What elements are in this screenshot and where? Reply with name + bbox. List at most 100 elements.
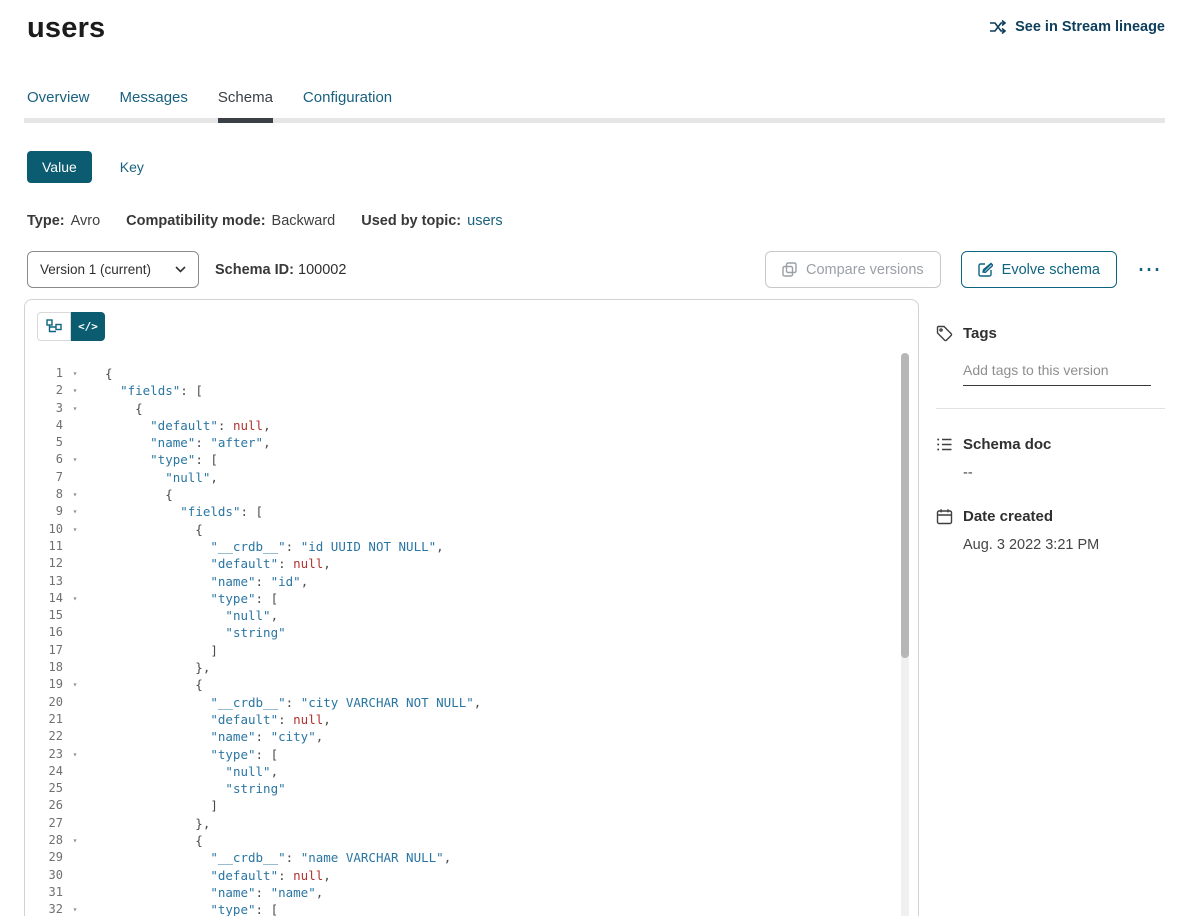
fold-spacer bbox=[63, 607, 87, 624]
code-line: 8▾ { bbox=[25, 486, 918, 503]
date-created-value: Aug. 3 2022 3:21 PM bbox=[963, 537, 1165, 553]
fold-spacer bbox=[63, 867, 87, 884]
code-line-content: "type": [ bbox=[87, 746, 278, 763]
fold-toggle[interactable]: ▾ bbox=[63, 676, 87, 693]
code-line-content: ] bbox=[87, 797, 218, 814]
evolve-schema-label: Evolve schema bbox=[1002, 262, 1100, 278]
code-line: 25 "string" bbox=[25, 780, 918, 797]
code-line: 22 "name": "city", bbox=[25, 728, 918, 745]
fold-toggle[interactable]: ▾ bbox=[63, 486, 87, 503]
code-line: 23▾ "type": [ bbox=[25, 746, 918, 763]
code-line-content: { bbox=[87, 832, 203, 849]
fold-spacer bbox=[63, 642, 87, 659]
tab-messages[interactable]: Messages bbox=[120, 79, 188, 123]
fold-toggle[interactable]: ▾ bbox=[63, 365, 87, 382]
fold-spacer bbox=[63, 417, 87, 434]
code-line-content: { bbox=[87, 486, 173, 503]
fold-toggle[interactable]: ▾ bbox=[63, 746, 87, 763]
line-number: 16 bbox=[25, 624, 63, 641]
line-number: 19 bbox=[25, 676, 63, 693]
code-line: 7 "null", bbox=[25, 469, 918, 486]
code-line: 29 "__crdb__": "name VARCHAR NULL", bbox=[25, 849, 918, 866]
code-line: 11 "__crdb__": "id UUID NOT NULL", bbox=[25, 538, 918, 555]
line-number: 23 bbox=[25, 746, 63, 763]
code-line-content: "name": "id", bbox=[87, 573, 308, 590]
code-line: 17 ] bbox=[25, 642, 918, 659]
fold-toggle[interactable]: ▾ bbox=[63, 451, 87, 468]
stream-lineage-label: See in Stream lineage bbox=[1015, 19, 1165, 35]
topic-link[interactable]: users bbox=[467, 213, 502, 229]
code-line: 6▾ "type": [ bbox=[25, 451, 918, 468]
code-rows: 1▾{2▾ "fields": [3▾ {4 "default": null,5… bbox=[25, 365, 918, 916]
code-area[interactable]: 1▾{2▾ "fields": [3▾ {4 "default": null,5… bbox=[25, 353, 918, 916]
code-line: 24 "null", bbox=[25, 763, 918, 780]
tags-input[interactable] bbox=[963, 358, 1151, 386]
tab-schema[interactable]: Schema bbox=[218, 79, 273, 123]
code-view-button[interactable]: </> bbox=[71, 312, 105, 341]
line-number: 9 bbox=[25, 503, 63, 520]
fold-spacer bbox=[63, 573, 87, 590]
code-line-content: }, bbox=[87, 659, 210, 676]
line-number: 28 bbox=[25, 832, 63, 849]
fold-spacer bbox=[63, 728, 87, 745]
line-number: 30 bbox=[25, 867, 63, 884]
tab-bar: Overview Messages Schema Configuration bbox=[24, 79, 1165, 123]
code-line: 19▾ { bbox=[25, 676, 918, 693]
code-line-content: "default": null, bbox=[87, 555, 331, 572]
schema-id-label: Schema ID: bbox=[215, 262, 294, 278]
value-toggle-button[interactable]: Value bbox=[27, 151, 92, 183]
code-line: 1▾{ bbox=[25, 365, 918, 382]
stream-lineage-link[interactable]: See in Stream lineage bbox=[989, 18, 1165, 36]
code-line-content: "__crdb__": "id UUID NOT NULL", bbox=[87, 538, 444, 555]
line-number: 6 bbox=[25, 451, 63, 468]
line-number: 4 bbox=[25, 417, 63, 434]
fold-toggle[interactable]: ▾ bbox=[63, 521, 87, 538]
fold-toggle[interactable]: ▾ bbox=[63, 503, 87, 520]
line-number: 31 bbox=[25, 884, 63, 901]
fold-toggle[interactable]: ▾ bbox=[63, 400, 87, 417]
code-line-content: "null", bbox=[87, 469, 218, 486]
version-select[interactable]: Version 1 (current) bbox=[27, 251, 199, 288]
more-options-button[interactable]: ⋯ bbox=[1133, 260, 1165, 280]
compare-versions-button[interactable]: Compare versions bbox=[765, 251, 941, 288]
evolve-schema-button[interactable]: Evolve schema bbox=[961, 251, 1117, 288]
key-toggle-button[interactable]: Key bbox=[120, 159, 144, 175]
code-line-content: { bbox=[87, 400, 143, 417]
schema-id-value: 100002 bbox=[298, 262, 346, 278]
fold-spacer bbox=[63, 849, 87, 866]
fold-spacer bbox=[63, 763, 87, 780]
schema-meta-row: Type: Avro Compatibility mode: Backward … bbox=[27, 213, 1162, 229]
code-line-content: "null", bbox=[87, 607, 278, 624]
tags-section-header: Tags bbox=[936, 325, 1165, 342]
line-number: 15 bbox=[25, 607, 63, 624]
schema-editor-panel: </> 1▾{2▾ "fields": [3▾ {4 "default": nu… bbox=[24, 299, 919, 916]
line-number: 2 bbox=[25, 382, 63, 399]
code-line: 5 "name": "after", bbox=[25, 434, 918, 451]
line-number: 10 bbox=[25, 521, 63, 538]
code-line: 30 "default": null, bbox=[25, 867, 918, 884]
line-number: 24 bbox=[25, 763, 63, 780]
code-line: 9▾ "fields": [ bbox=[25, 503, 918, 520]
type-label: Type: bbox=[27, 213, 65, 229]
code-line-content: { bbox=[87, 365, 113, 382]
type-value: Avro bbox=[71, 213, 101, 229]
code-line-content: "type": [ bbox=[87, 590, 278, 607]
used-by-topic-label: Used by topic: bbox=[361, 213, 461, 229]
code-line-content: { bbox=[87, 676, 203, 693]
code-line: 32▾ "type": [ bbox=[25, 901, 918, 916]
tab-overview[interactable]: Overview bbox=[27, 79, 90, 123]
fold-toggle[interactable]: ▾ bbox=[63, 901, 87, 916]
fold-toggle[interactable]: ▾ bbox=[63, 832, 87, 849]
scrollbar-thumb[interactable] bbox=[901, 353, 909, 658]
fold-spacer bbox=[63, 797, 87, 814]
date-created-header: Date created bbox=[936, 508, 1165, 525]
tree-view-button[interactable] bbox=[37, 312, 71, 341]
fold-spacer bbox=[63, 555, 87, 572]
schema-doc-icon bbox=[936, 436, 953, 453]
fold-toggle[interactable]: ▾ bbox=[63, 590, 87, 607]
fold-spacer bbox=[63, 624, 87, 641]
fold-spacer bbox=[63, 434, 87, 451]
tab-configuration[interactable]: Configuration bbox=[303, 79, 392, 123]
code-line: 26 ] bbox=[25, 797, 918, 814]
fold-toggle[interactable]: ▾ bbox=[63, 382, 87, 399]
